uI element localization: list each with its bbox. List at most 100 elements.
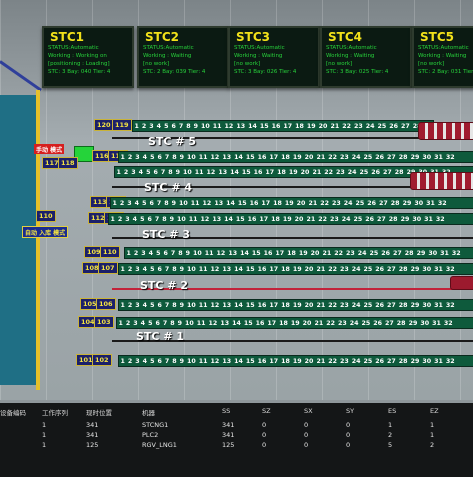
rack-cell[interactable]: 12 <box>209 302 221 309</box>
rack-cell[interactable]: 21 <box>313 320 325 327</box>
rack-cell[interactable]: 1 <box>119 358 126 365</box>
rack-cell[interactable]: 17 <box>274 250 286 257</box>
rack-cell[interactable]: 14 <box>233 358 245 365</box>
rack-cell[interactable]: 3 <box>134 358 141 365</box>
rack-cell[interactable]: 7 <box>153 216 160 223</box>
rack-cell[interactable]: 8 <box>169 320 176 327</box>
rack-cell[interactable]: 29 <box>415 250 427 257</box>
rack-cell[interactable]: 28 <box>393 169 405 176</box>
rack-cell[interactable]: 17 <box>260 200 272 207</box>
rack-cell[interactable]: 31 <box>425 200 437 207</box>
rack-cell[interactable]: 24 <box>350 358 362 365</box>
rack-cell[interactable]: 31 <box>439 250 451 257</box>
rack-cell[interactable]: 7 <box>163 154 170 161</box>
rack-cell[interactable]: 16 <box>256 154 268 161</box>
rack-cell[interactable]: 30 <box>421 302 433 309</box>
bay-label-118[interactable]: 118 <box>58 157 78 169</box>
rack-cell[interactable]: 10 <box>184 320 196 327</box>
rack-cell[interactable]: 21 <box>315 358 327 365</box>
rack-cell[interactable]: 11 <box>189 200 201 207</box>
rack-cell[interactable]: 22 <box>333 250 345 257</box>
rack-cell[interactable]: 26 <box>374 266 386 273</box>
rack-cell[interactable]: 30 <box>421 154 433 161</box>
rack-cell[interactable]: 21 <box>321 250 333 257</box>
rack-cell[interactable]: 22 <box>327 154 339 161</box>
rack-cell[interactable]: 27 <box>376 216 388 223</box>
rack-cell[interactable]: 17 <box>258 216 270 223</box>
rack-cell[interactable]: 11 <box>211 123 223 130</box>
rack-cell[interactable]: 3 <box>134 266 141 273</box>
rack-cell[interactable]: 4 <box>141 266 148 273</box>
rack-cell[interactable]: 19 <box>283 200 295 207</box>
rack-cell[interactable]: 18 <box>294 123 306 130</box>
rack-cell[interactable]: 12 <box>205 169 217 176</box>
rack-cell[interactable]: 20 <box>293 216 305 223</box>
rack-cell[interactable]: 27 <box>386 358 398 365</box>
rack-cell[interactable]: 24 <box>350 266 362 273</box>
rack-cell[interactable]: 22 <box>325 320 337 327</box>
rack-cell[interactable]: 17 <box>268 154 280 161</box>
rack-cell[interactable]: 17 <box>268 266 280 273</box>
rack-cell[interactable]: 27 <box>386 302 398 309</box>
rack-cell[interactable]: 2 <box>126 358 133 365</box>
rack-cell[interactable]: 15 <box>240 169 252 176</box>
rack-cell[interactable]: 5 <box>163 123 170 130</box>
rack-cell[interactable]: 32 <box>442 320 454 327</box>
rack-cell[interactable]: 11 <box>197 302 209 309</box>
rack-cell[interactable]: 26 <box>372 320 384 327</box>
rack-cell[interactable]: 16 <box>246 216 258 223</box>
rack-cell[interactable]: 24 <box>340 216 352 223</box>
rack-cell[interactable]: 24 <box>350 302 362 309</box>
rack-cell[interactable]: 25 <box>352 216 364 223</box>
rack-cell[interactable]: 22 <box>327 302 339 309</box>
rack-cell[interactable]: 13 <box>211 216 223 223</box>
rack-cell[interactable]: 12 <box>201 200 213 207</box>
rack-cell[interactable]: 8 <box>171 154 178 161</box>
rack-cell[interactable]: 15 <box>234 216 246 223</box>
rack-cell[interactable]: 16 <box>270 123 282 130</box>
stc-status-card-4[interactable]: STC4 STATUS:Automatic Working : Waiting … <box>320 26 412 88</box>
rack-cell[interactable]: 16 <box>254 320 266 327</box>
rack-cell[interactable]: 2 <box>126 266 133 273</box>
rack-cell[interactable]: 23 <box>336 320 348 327</box>
rack-cell[interactable]: 29 <box>399 216 411 223</box>
rack-cell[interactable]: 13 <box>221 154 233 161</box>
rack-cell[interactable]: 13 <box>221 302 233 309</box>
rack-cell[interactable]: 18 <box>280 266 292 273</box>
table-row[interactable]: 1 341 PLC2 341 0 0 0 2 1 <box>0 431 473 440</box>
rack-cell[interactable]: 7 <box>163 358 170 365</box>
rack-cell[interactable]: 1 <box>111 200 118 207</box>
rack-cell[interactable]: 29 <box>401 200 413 207</box>
rack-cell[interactable]: 10 <box>178 200 190 207</box>
rack-cell[interactable]: 20 <box>303 154 315 161</box>
rack-cell[interactable]: 32 <box>444 358 456 365</box>
rack-cell[interactable]: 15 <box>236 200 248 207</box>
rack-cell[interactable]: 23 <box>328 216 340 223</box>
rack-cell[interactable]: 11 <box>197 358 209 365</box>
rack-cell[interactable]: 12 <box>209 358 221 365</box>
rack-cell[interactable]: 18 <box>280 154 292 161</box>
rack-cell[interactable]: 13 <box>221 358 233 365</box>
stc-status-card-3[interactable]: STC3 STATUS:Automatic Working : Waiting … <box>228 26 320 88</box>
rack-cell[interactable]: 22 <box>323 169 335 176</box>
rack-cell[interactable]: 28 <box>387 216 399 223</box>
rack-cell[interactable]: 4 <box>133 200 140 207</box>
rack-cell[interactable]: 6 <box>162 250 169 257</box>
rack-cell[interactable]: 18 <box>272 200 284 207</box>
rack-cell[interactable]: 9 <box>178 358 185 365</box>
rack-cell[interactable]: 25 <box>368 250 380 257</box>
rack-cell[interactable]: 11 <box>193 169 205 176</box>
rack-cell[interactable]: 14 <box>223 216 235 223</box>
rack-cell[interactable]: 26 <box>374 358 386 365</box>
rack-cell[interactable]: 21 <box>305 216 317 223</box>
rack-cell[interactable]: 14 <box>229 169 241 176</box>
rack-cell[interactable]: 9 <box>178 266 185 273</box>
rack-cell[interactable]: 7 <box>155 200 162 207</box>
rack-cell[interactable]: 24 <box>346 169 358 176</box>
rack-cell[interactable]: 32 <box>444 154 456 161</box>
rack-cell[interactable]: 24 <box>348 320 360 327</box>
rack-cell[interactable]: 9 <box>174 169 181 176</box>
rack-cell[interactable]: 24 <box>350 154 362 161</box>
rack-cell[interactable]: 27 <box>392 250 404 257</box>
rack-cell[interactable]: 5 <box>139 216 146 223</box>
